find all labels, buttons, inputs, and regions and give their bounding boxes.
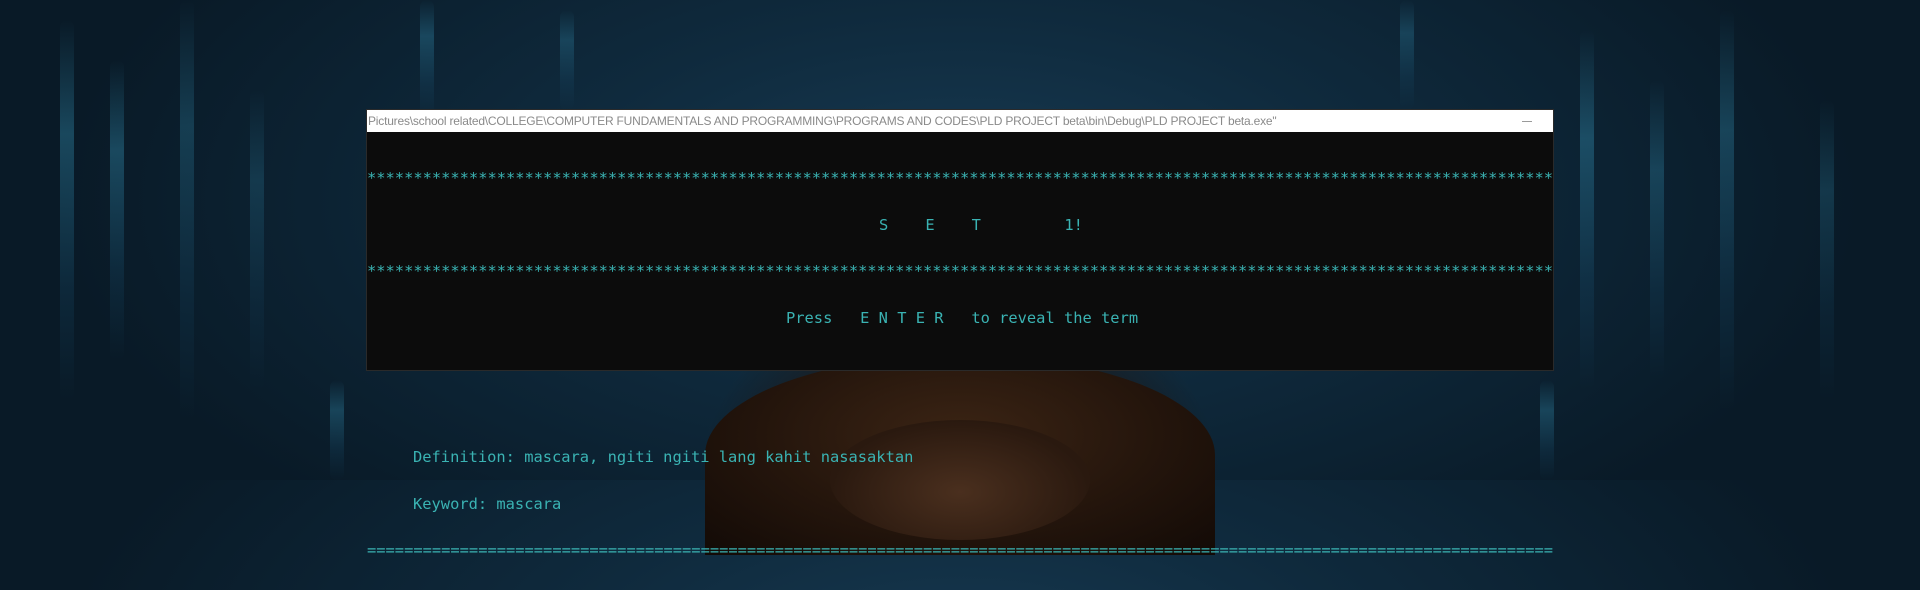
- minimize-button[interactable]: [1519, 113, 1535, 129]
- wallpaper-streak: [560, 10, 574, 110]
- wallpaper-streak: [180, 0, 194, 420]
- wallpaper-streak: [110, 60, 124, 360]
- wallpaper-streak: [330, 380, 344, 480]
- wallpaper-streak: [1650, 80, 1664, 380]
- console-output: ****************************************…: [367, 132, 1553, 590]
- definition-line: Definition: mascara, ngiti ngiti lang ka…: [413, 450, 914, 466]
- wallpaper-streak: [250, 90, 264, 390]
- console-border-mid: ****************************************…: [367, 264, 1553, 280]
- wallpaper-streak: [1820, 100, 1834, 400]
- wallpaper-streak: [1580, 30, 1594, 390]
- set-heading: S E T 1!: [879, 217, 1083, 233]
- enter-prompt: Press E N T E R to reveal the term: [786, 310, 1139, 326]
- wallpaper-streak: [1720, 10, 1734, 410]
- set-heading-row: S E T 1!: [367, 218, 1553, 234]
- keyword-line: Keyword: mascara: [413, 496, 562, 512]
- window-title: Pictures\school related\COLLEGE\COMPUTER…: [368, 114, 1277, 128]
- prompt-row: Press E N T E R to reveal the term: [367, 311, 1553, 327]
- minimize-icon: [1522, 120, 1532, 122]
- wallpaper-streak: [1400, 0, 1414, 110]
- console-divider: ========================================…: [367, 543, 1553, 559]
- wallpaper-streak: [60, 20, 74, 400]
- window-titlebar[interactable]: Pictures\school related\COLLEGE\COMPUTER…: [367, 110, 1553, 132]
- console-border-top: ****************************************…: [367, 171, 1553, 187]
- wallpaper-streak: [420, 0, 434, 120]
- console-window[interactable]: Pictures\school related\COLLEGE\COMPUTER…: [367, 110, 1553, 558]
